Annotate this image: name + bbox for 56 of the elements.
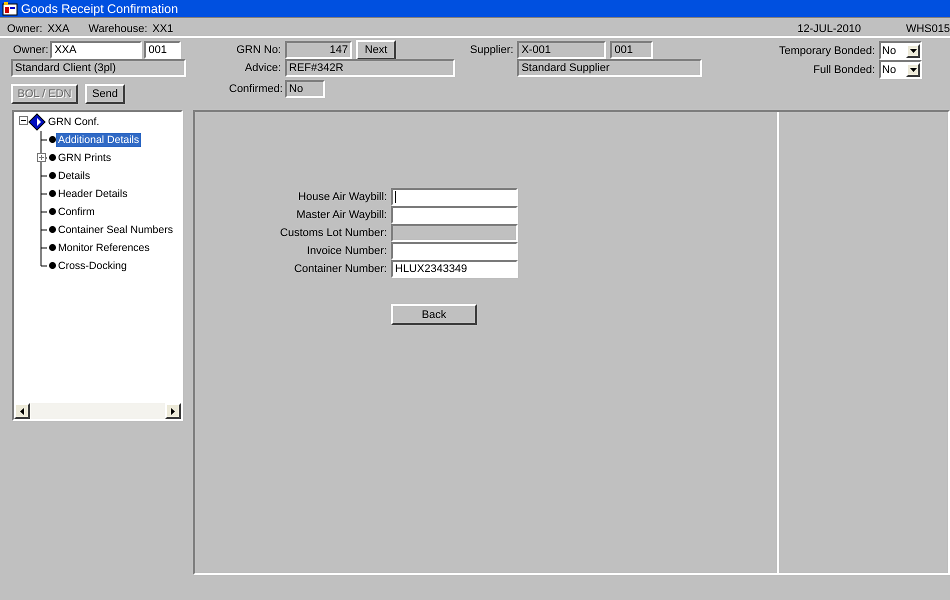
owner-name-field[interactable]: Standard Client (3pl) xyxy=(11,59,186,77)
tree-node[interactable]: GRN Prints xyxy=(56,151,114,165)
grn-field[interactable]: REF#342R xyxy=(285,59,455,77)
back-button[interactable]: Back xyxy=(391,304,477,325)
tree-node[interactable]: Additional Details xyxy=(56,133,142,147)
right-arrow-icon[interactable] xyxy=(171,408,175,414)
input-field[interactable] xyxy=(391,242,518,260)
tree-node[interactable]: Monitor References xyxy=(56,241,152,255)
app-icon xyxy=(2,1,18,16)
owner-field[interactable]: XXA xyxy=(50,41,142,59)
warehouse-label: Warehouse: xyxy=(88,23,148,35)
bonded-dropdown[interactable]: No xyxy=(879,60,922,79)
form-label: House Air Waybill: xyxy=(297,191,387,203)
grn-field[interactable]: 147 xyxy=(285,41,352,59)
field-label: Advice: xyxy=(244,62,281,74)
supplier-label: Supplier: xyxy=(469,44,514,56)
field-label: GRN No: xyxy=(235,44,281,56)
caret-icon xyxy=(910,68,916,72)
grn-field[interactable]: No xyxy=(285,80,325,98)
collapse-icon[interactable] xyxy=(19,116,31,128)
input-field[interactable] xyxy=(391,206,518,224)
form-label: Master Air Waybill: xyxy=(295,209,387,221)
bonded-label: Full Bonded: xyxy=(813,64,875,76)
supplier-suffix-field[interactable]: 001 xyxy=(610,41,654,59)
tree-node[interactable]: Confirm xyxy=(56,205,97,219)
form-label: Invoice Number: xyxy=(306,245,387,257)
scrollbar[interactable] xyxy=(14,403,181,419)
next-button[interactable]: Next xyxy=(356,40,396,60)
tree-node[interactable]: Details xyxy=(56,169,92,183)
owner-label: Owner: xyxy=(13,44,48,56)
diamond-icon xyxy=(28,113,46,131)
supplier-field[interactable]: X-001 xyxy=(517,41,606,59)
send-button[interactable]: Send xyxy=(85,84,125,104)
caret-icon xyxy=(910,48,916,52)
owner-label: Owner: xyxy=(7,23,42,35)
input-field[interactable] xyxy=(391,188,518,206)
window-title: Goods Receipt Confirmation xyxy=(21,2,178,16)
owner-suffix-field[interactable]: 001 xyxy=(144,41,182,59)
owner-value: XXA xyxy=(47,23,70,35)
warehouse-value: XX1 xyxy=(152,23,174,35)
tree-node[interactable]: GRN Conf. xyxy=(46,115,102,129)
tree-node[interactable]: Header Details xyxy=(56,187,130,201)
bonded-label: Temporary Bonded: xyxy=(779,44,875,56)
tree-node[interactable]: Cross-Docking xyxy=(56,259,129,273)
expand-icon[interactable] xyxy=(37,153,46,162)
date-text: 12-JUL-2010 xyxy=(797,23,861,35)
form-label: Container Number: xyxy=(293,263,387,275)
supplier-name-field[interactable]: Standard Supplier xyxy=(517,59,702,77)
user-text: WHS015 xyxy=(906,23,950,35)
left-arrow-icon[interactable] xyxy=(20,408,24,414)
bonded-dropdown[interactable]: No xyxy=(879,41,922,60)
field-label: Confirmed: xyxy=(229,83,281,95)
tree-node[interactable]: Container Seal Numbers xyxy=(56,223,175,237)
input-field[interactable]: HLUX2343349 xyxy=(391,260,518,278)
form-label: Customs Lot Number: xyxy=(279,227,387,239)
input-field[interactable] xyxy=(391,224,518,242)
